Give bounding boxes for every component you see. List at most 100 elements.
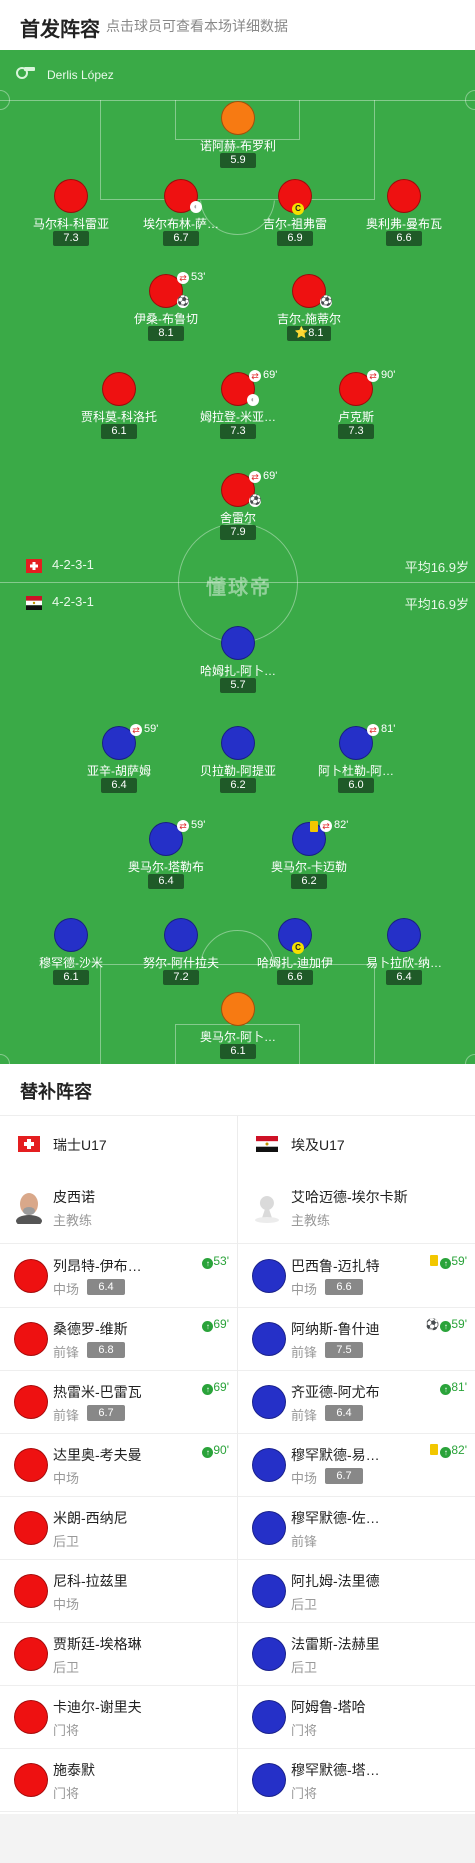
substitution-time: 82' — [451, 1443, 467, 1457]
coach-name: 皮西诺 — [53, 1189, 95, 1205]
away-team-name: 埃及U17 — [291, 1137, 345, 1153]
player-card[interactable]: 贾科莫-科洛托 6.1 — [64, 372, 174, 439]
player-card[interactable]: 诺阿赫-布罗利 5.9 — [183, 101, 293, 168]
sub-player-row[interactable]: 阿纳斯-鲁什迪 前锋 7.5 ⚽ ↑ 59' — [238, 1307, 475, 1371]
player-card[interactable]: 哈姆扎-阿卜… 5.7 — [183, 626, 293, 693]
player-rating: 6.7 — [163, 231, 199, 246]
player-name: 亚辛-胡萨姆 — [87, 764, 151, 778]
home-team-name: 瑞士U17 — [53, 1137, 107, 1153]
player-rating: 6.9 — [277, 231, 313, 246]
player-card[interactable]: ⇄ 82' 奥马尔-卡迈勒 6.2 — [254, 819, 364, 889]
sub-player-row[interactable]: 阿姆鲁-塔哈 门将 — [238, 1685, 475, 1749]
sub-event: ↑ 69' — [202, 1380, 229, 1395]
player-name: 姆拉登-米亚… — [200, 410, 276, 424]
sub-player-row[interactable]: 卡迪尔-谢里夫 门将 — [0, 1685, 237, 1749]
away-average-age: 平均16.9岁 — [404, 597, 469, 612]
sub-player-position: 前锋 — [291, 1345, 318, 1360]
player-card[interactable]: 奥马尔-阿卜… 6.1 — [183, 992, 293, 1059]
player-kit-icon — [14, 1322, 48, 1356]
player-card[interactable]: ⇄ 81' 阿卜杜勒-阿… 6.0 — [301, 723, 411, 793]
home-average-age: 平均16.9岁 — [404, 560, 469, 575]
player-kit-icon — [164, 918, 198, 952]
coach-placeholder-icon — [255, 1196, 279, 1223]
sub-player-row[interactable]: 巴西鲁-迈扎特 中场 6.6 ↑ 59' — [238, 1244, 475, 1308]
sub-player-row[interactable]: 尼科-拉兹里 中场 — [0, 1559, 237, 1623]
substitution-time: 81' — [451, 1380, 467, 1394]
sub-player-row[interactable]: 法雷斯-法赫里 后卫 — [238, 1622, 475, 1686]
away-formation: 4-2-3-1 — [52, 594, 94, 609]
sub-event: ⚽ ↑ 59' — [426, 1317, 467, 1332]
substitution-time: 53' — [213, 1254, 229, 1268]
coach-name: 艾哈迈德-埃尔卡斯 — [291, 1189, 408, 1205]
player-card[interactable]: 努尔-阿什拉夫 7.2 — [126, 918, 236, 985]
sub-player-row[interactable]: 穆罕默德-塔… 门将 — [238, 1748, 475, 1812]
coach-avatar-icon — [16, 1193, 42, 1224]
player-kit-icon — [54, 179, 88, 213]
substitution-time: 69' — [213, 1317, 229, 1331]
sub-player-row[interactable]: 穆罕默德-佐… 前锋 — [238, 1496, 475, 1560]
subs-title: 替补阵容 — [20, 1082, 92, 1102]
player-rating: 6.2 — [220, 778, 256, 793]
sub-event: ↑ 81' — [440, 1380, 467, 1395]
subs-panel: 瑞士U17 皮西诺 主教练 列昂特-伊布… 中场 6.4 ↑ 53' 桑德罗-维斯 前锋 6.… — [0, 1116, 475, 1814]
goal-ball-icon: ⚽ — [249, 495, 262, 507]
player-card[interactable]: ◐ 埃尔布林-萨… 6.7 — [126, 179, 236, 246]
player-name: 舍雷尔 — [219, 511, 256, 525]
sub-player-name: 阿扎姆-法里德 — [291, 1573, 380, 1589]
sub-player-position: 门将 — [291, 1786, 318, 1801]
player-card[interactable]: ⇄ 59' 亚辛-胡萨姆 6.4 — [64, 723, 174, 793]
sub-player-row[interactable]: 热雷米-巴雷瓦 前锋 6.7 ↑ 69' — [0, 1370, 237, 1434]
player-name: 马尔科-科雷亚 — [33, 217, 109, 231]
player-rating: 6.6 — [277, 970, 313, 985]
sub-player-row[interactable]: 施泰默 门将 — [0, 1748, 237, 1812]
player-name: 吉尔-祖弗雷 — [263, 217, 327, 231]
sub-player-position: 中场 — [53, 1597, 80, 1612]
home-team-header: 瑞士U17 — [0, 1116, 237, 1172]
player-card[interactable]: 马尔科-科雷亚 7.3 — [16, 179, 126, 246]
away-coach[interactable]: 艾哈迈德-埃尔卡斯 主教练 — [238, 1172, 475, 1244]
player-card[interactable]: ⇄ 59' 奥马尔-塔勒布 6.4 — [111, 819, 221, 889]
sub-player-position: 前锋 — [53, 1345, 80, 1360]
sub-player-rating: 6.4 — [325, 1405, 363, 1421]
player-rating: ⭐8.1 — [287, 326, 331, 341]
sub-player-name: 阿姆鲁-塔哈 — [291, 1699, 366, 1715]
player-card[interactable]: C 吉尔-祖弗雷 6.9 — [240, 179, 350, 246]
lineup-title: 首发阵容 — [20, 19, 100, 41]
player-card[interactable]: ⇄ 69' ⚽ 舍雷尔 7.9 — [183, 470, 293, 540]
home-coach[interactable]: 皮西诺 主教练 — [0, 1172, 237, 1244]
player-rating: 5.7 — [220, 678, 256, 693]
player-card[interactable]: ⇄ 53' ⚽ 伊桑-布鲁切 8.1 — [111, 271, 221, 341]
substitution-out-icon: ⇄ — [320, 820, 332, 832]
whistle-icon — [16, 67, 35, 79]
sub-player-position: 后卫 — [53, 1660, 80, 1675]
sub-event: ↑ 90' — [202, 1443, 229, 1458]
substitution-out-icon: ⇄ — [367, 370, 379, 382]
armband-icon: ◐ — [247, 394, 259, 406]
sub-player-name: 卡迪尔-谢里夫 — [53, 1699, 142, 1715]
sub-player-row[interactable]: 齐亚德-阿尤布 前锋 6.4 ↑ 81' — [238, 1370, 475, 1434]
player-card[interactable]: 穆罕德-沙米 6.1 — [16, 918, 126, 985]
sub-player-row[interactable]: 穆罕默德-易… 中场 6.7 ↑ 82' — [238, 1433, 475, 1497]
player-name: 哈姆扎-迪加伊 — [257, 956, 333, 970]
sub-player-row[interactable]: 达里奥-考夫曼 中场 ↑ 90' — [0, 1433, 237, 1497]
sub-player-name: 贾斯廷-埃格琳 — [53, 1636, 142, 1652]
player-card[interactable]: C 哈姆扎-迪加伊 6.6 — [240, 918, 350, 985]
player-name: 努尔-阿什拉夫 — [143, 956, 219, 970]
player-card[interactable]: 贝拉勒-阿提亚 6.2 — [183, 726, 293, 793]
sub-player-position: 门将 — [53, 1786, 80, 1801]
player-card[interactable]: ⇄ 90' 卢克斯 7.3 — [301, 369, 411, 439]
player-rating: 6.4 — [148, 874, 184, 889]
sub-player-row[interactable]: 列昂特-伊布… 中场 6.4 ↑ 53' — [0, 1244, 237, 1308]
egypt-flag-icon — [26, 596, 42, 610]
player-card[interactable]: 易卜拉欣-纳… 6.4 — [349, 918, 459, 985]
player-card[interactable]: ⚽ 吉尔-施蒂尔 ⭐8.1 — [254, 274, 364, 341]
sub-player-row[interactable]: 桑德罗-维斯 前锋 6.8 ↑ 69' — [0, 1307, 237, 1371]
player-kit-icon — [252, 1574, 286, 1608]
player-card[interactable]: 奥利弗-曼布瓦 6.6 — [349, 179, 459, 246]
player-rating: 6.1 — [53, 970, 89, 985]
substitution-time: 90' — [213, 1443, 229, 1457]
sub-player-row[interactable]: 贾斯廷-埃格琳 后卫 — [0, 1622, 237, 1686]
sub-player-row[interactable]: 阿扎姆-法里德 后卫 — [238, 1559, 475, 1623]
player-card[interactable]: ⇄ 69' ◐ 姆拉登-米亚… 7.3 — [183, 369, 293, 439]
sub-player-row[interactable]: 米朗-西纳尼 后卫 — [0, 1496, 237, 1560]
